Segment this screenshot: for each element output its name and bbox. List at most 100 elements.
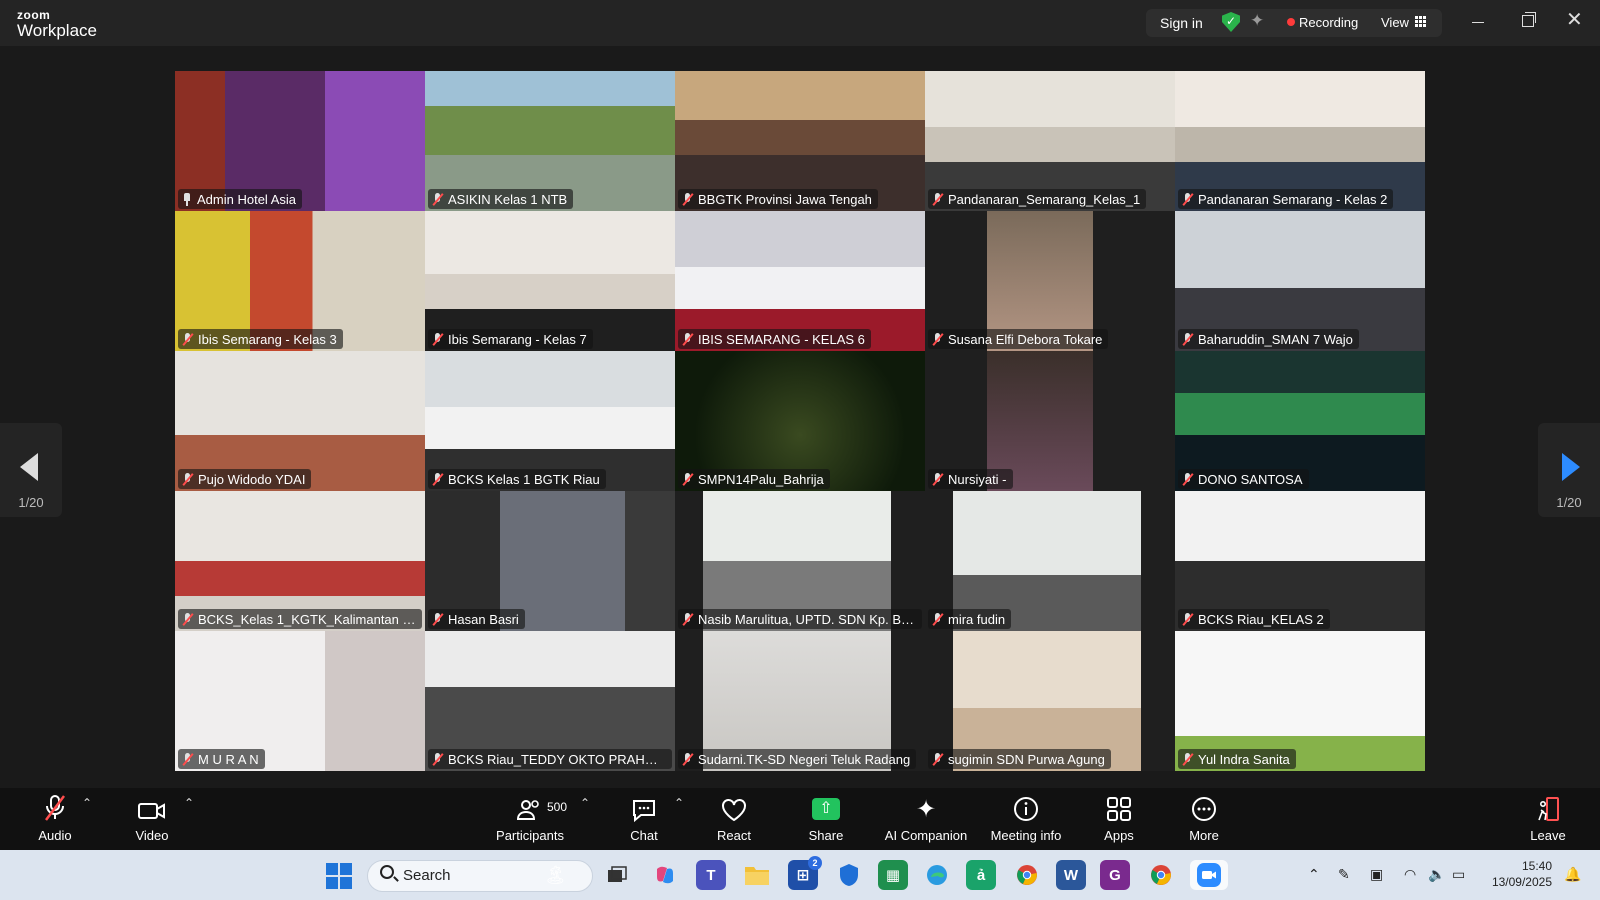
react-label: React — [717, 828, 751, 843]
participant-video-tile[interactable]: Baharuddin_SMAN 7 Wajo — [1175, 211, 1425, 351]
participant-video-tile[interactable]: Susana Elfi Debora Tokare — [925, 211, 1175, 351]
react-button[interactable]: React — [714, 788, 754, 850]
ai-companion-label: AI Companion — [884, 828, 968, 843]
volume-icon[interactable]: 🔈 — [1428, 866, 1445, 883]
ai-sparkle-icon[interactable]: ✦ — [1250, 11, 1264, 31]
defender-shield-icon[interactable] — [834, 860, 864, 890]
participant-video-tile[interactable]: Nursiyati - — [925, 351, 1175, 491]
participant-name: M U R A N — [198, 751, 259, 767]
more-button[interactable]: More — [1186, 788, 1222, 850]
participants-options-chevron-icon[interactable]: ⌃ — [580, 796, 590, 810]
chat-options-chevron-icon[interactable]: ⌃ — [674, 796, 684, 810]
participant-video-tile[interactable]: IBIS SEMARANG - KELAS 6 — [675, 211, 925, 351]
participant-video-tile[interactable]: Yul Indra Sanita — [1175, 631, 1425, 771]
zoom-app-icon[interactable] — [1190, 860, 1228, 890]
participant-name: ASIKIN Kelas 1 NTB — [448, 191, 568, 207]
clock-time: 15:40 — [1521, 859, 1552, 873]
participant-video-tile[interactable]: Nasib Marulitua, UPTD. SDN Kp. Bula... — [675, 491, 925, 631]
restore-icon[interactable] — [1522, 12, 1536, 27]
participant-nameplate: Hasan Basri — [428, 609, 525, 629]
participant-video-tile[interactable]: Ibis Semarang - Kelas 3 — [175, 211, 425, 351]
participant-video-tile[interactable]: DONO SANTOSA — [1175, 351, 1425, 491]
pin-icon — [182, 192, 192, 206]
participant-name: Ibis Semarang - Kelas 3 — [198, 331, 337, 347]
info-icon — [1013, 788, 1039, 822]
grid-view-icon[interactable] — [1415, 16, 1426, 27]
cpanel-app-icon[interactable]: G — [1100, 860, 1130, 890]
battery-icon[interactable]: ▭ — [1452, 866, 1465, 883]
mic-muted-icon — [432, 752, 443, 766]
view-button[interactable]: View — [1381, 15, 1409, 30]
minimize-icon[interactable] — [1472, 22, 1484, 23]
apps-label: Apps — [1104, 828, 1134, 843]
participants-button[interactable]: Participants — [494, 788, 566, 850]
participant-video-tile[interactable]: Pandanaran_Semarang_Kelas_1 — [925, 71, 1175, 211]
participant-video-tile[interactable]: BCKS Kelas 1 BGTK Riau — [425, 351, 675, 491]
edge-browser-icon[interactable] — [922, 860, 952, 890]
taskbar-clock[interactable]: 15:40 13/09/2025 — [1480, 858, 1552, 890]
participant-video-tile[interactable]: mira fudin — [925, 491, 1175, 631]
video-button[interactable]: Video — [130, 788, 174, 850]
participant-name: Baharuddin_SMAN 7 Wajo — [1198, 331, 1353, 347]
mic-muted-icon — [182, 472, 193, 486]
participant-name: Admin Hotel Asia — [197, 191, 296, 207]
participant-video-tile[interactable]: BCKS Riau_TEDDY OKTO PRAHARA_... — [425, 631, 675, 771]
arrow-right-icon — [1562, 453, 1580, 481]
chat-button[interactable]: Chat — [624, 788, 664, 850]
windows-start-icon[interactable] — [326, 863, 352, 889]
participant-video-tile[interactable]: Admin Hotel Asia — [175, 71, 425, 211]
participant-video-tile[interactable]: sugimin SDN Purwa Agung — [925, 631, 1175, 771]
file-explorer-icon[interactable] — [742, 860, 772, 890]
mic-muted-icon — [182, 752, 193, 766]
audio-options-chevron-icon[interactable]: ⌃ — [82, 796, 92, 810]
next-page-button[interactable]: 1/20 — [1538, 423, 1600, 517]
show-hidden-icons-chevron-icon[interactable]: ⌃ — [1308, 866, 1320, 883]
participant-video-tile[interactable]: SMPN14Palu_Bahrija — [675, 351, 925, 491]
device-icon[interactable]: ▣ — [1370, 866, 1383, 883]
chrome-icon[interactable] — [1012, 860, 1042, 890]
mic-muted-icon — [932, 612, 943, 626]
close-icon[interactable]: ✕ — [1566, 10, 1583, 30]
participant-video-tile[interactable]: BCKS Riau_KELAS 2 — [1175, 491, 1425, 631]
participant-video-tile[interactable]: Pujo Widodo YDAI — [175, 351, 425, 491]
notification-bell-icon[interactable]: 🔔 — [1564, 866, 1581, 883]
chrome-profile-icon[interactable] — [1146, 860, 1176, 890]
store-badge: 2 — [808, 856, 822, 870]
meeting-info-button[interactable]: Meeting info — [988, 788, 1064, 850]
ai-companion-button[interactable]: ✦ AI Companion — [884, 788, 968, 850]
recording-indicator[interactable]: Recording — [1299, 15, 1358, 30]
wps-office-icon[interactable]: ả — [966, 860, 996, 890]
search-icon — [380, 865, 394, 879]
apps-button[interactable]: Apps — [1102, 788, 1136, 850]
task-view-icon[interactable] — [602, 860, 632, 890]
pen-input-icon[interactable]: ✎ — [1338, 866, 1350, 883]
participant-name: BBGTK Provinsi Jawa Tengah — [698, 191, 872, 207]
participant-nameplate: Nursiyati - — [928, 469, 1013, 489]
participant-video-tile[interactable]: Sudarni.TK-SD Negeri Teluk Radang — [675, 631, 925, 771]
sign-in-button[interactable]: Sign in — [1160, 15, 1203, 31]
previous-page-button[interactable]: 1/20 — [0, 423, 62, 517]
wifi-icon[interactable]: ◠ — [1404, 866, 1416, 883]
copilot-icon[interactable] — [650, 860, 680, 890]
participant-video-tile[interactable]: Hasan Basri — [425, 491, 675, 631]
participant-video-tile[interactable]: Ibis Semarang - Kelas 7 — [425, 211, 675, 351]
participant-video-tile[interactable]: BBGTK Provinsi Jawa Tengah — [675, 71, 925, 211]
audio-button[interactable]: Audio — [34, 788, 76, 850]
mic-muted-icon — [682, 332, 693, 346]
participant-video-tile[interactable]: M U R A N — [175, 631, 425, 771]
mic-muted-icon — [1182, 332, 1193, 346]
word-icon[interactable]: W — [1056, 860, 1086, 890]
participant-video-tile[interactable]: ASIKIN Kelas 1 NTB — [425, 71, 675, 211]
teams-icon[interactable]: T — [696, 860, 726, 890]
video-options-chevron-icon[interactable]: ⌃ — [184, 796, 194, 810]
leave-button[interactable]: Leave — [1530, 788, 1566, 850]
participant-video-tile[interactable]: Pandanaran Semarang - Kelas 2 — [1175, 71, 1425, 211]
mic-muted-icon — [432, 472, 443, 486]
sheets-app-icon[interactable]: ▦ — [878, 860, 908, 890]
logo-zoom: zoom — [17, 8, 51, 22]
microsoft-store-icon[interactable]: ⊞ 2 — [788, 856, 822, 890]
participant-video-tile[interactable]: BCKS_Kelas 1_KGTK_Kalimantan Utara — [175, 491, 425, 631]
participants-label: Participants — [496, 828, 564, 843]
more-dots-icon — [1191, 788, 1217, 822]
share-button[interactable]: ⇧ Share — [806, 788, 846, 850]
